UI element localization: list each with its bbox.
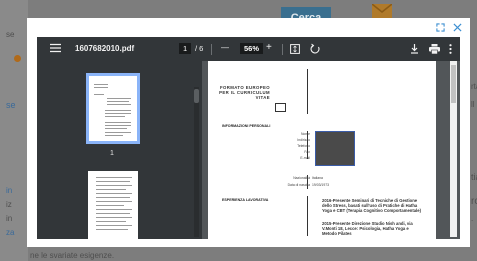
doc-field-value: Italiana (312, 176, 323, 180)
doc-header-line: VITAE (255, 95, 270, 100)
rotate-icon[interactable] (310, 43, 321, 54)
doc-field-label: Fax (250, 150, 310, 154)
thumbnail-page-2[interactable] (88, 171, 138, 239)
menu-icon[interactable] (50, 43, 61, 53)
background-left-strip (0, 0, 28, 261)
doc-section-title: ESPERIENZA LAVORATIVA (222, 198, 269, 202)
background-text: iz (6, 200, 12, 209)
background-text: za (6, 228, 15, 237)
zoom-input[interactable]: 56% (240, 43, 264, 54)
print-icon[interactable] (429, 44, 440, 54)
doc-field-label: Telefono (297, 144, 310, 148)
background-text: se (6, 30, 15, 39)
fit-page-icon[interactable] (290, 44, 300, 54)
main-scrollbar-thumb[interactable] (451, 65, 456, 103)
toolbar-divider (282, 44, 283, 55)
doc-experience-entry: 2015-Presente Direzione Studio Nish andi… (322, 221, 413, 237)
doc-rule (307, 131, 308, 159)
eu-logo (275, 103, 286, 112)
doc-field-value: 19/03/1973 (312, 183, 329, 187)
background-text: tia (471, 172, 477, 182)
sidebar-scrollbar-thumb[interactable] (194, 89, 199, 103)
doc-field-label: Indirizzo (297, 138, 310, 142)
mail-icon (372, 4, 392, 18)
zoom-out-button[interactable]: — (221, 43, 229, 52)
page-total: / 6 (195, 44, 204, 53)
doc-section-title: INFORMAZIONI PERSONALI (222, 124, 271, 128)
background-text: ne le svariate esigenze. (30, 251, 115, 260)
doc-field-label: Nazionalità (293, 176, 310, 180)
doc-field-label: E-mail (300, 156, 310, 160)
pdf-filename: 1607682010.pdf (75, 44, 135, 53)
doc-field-label: Nome (300, 132, 310, 136)
expand-icon[interactable] (436, 23, 445, 35)
close-icon[interactable] (453, 23, 462, 35)
background-bullet (14, 55, 21, 62)
pdf-toolbar: 1607682010.pdf 1 / 6 — 56% + (37, 37, 460, 61)
doc-field-label: Data di nascita (287, 183, 310, 187)
photo-placeholder (315, 131, 355, 166)
doc-rule (307, 69, 308, 114)
sidebar-scrollbar[interactable] (194, 87, 199, 237)
thumbnail-page-1[interactable] (86, 73, 140, 144)
background-text: se (6, 100, 16, 110)
doc-rule (307, 196, 308, 236)
pdf-modal: 1607682010.pdf 1 / 6 — 56% + 1 FORMATO E… (27, 18, 470, 247)
toolbar-divider (211, 44, 212, 55)
doc-experience-entry: 2016-Presente Seminari di Tecniche di Ge… (322, 198, 421, 214)
more-vert-icon[interactable] (449, 44, 452, 54)
background-text: in (6, 186, 13, 195)
zoom-in-button[interactable]: + (266, 42, 272, 53)
page-number-input[interactable]: 1 (179, 43, 192, 54)
thumbnail-label: 1 (110, 150, 114, 157)
background-text: rta (471, 82, 477, 91)
download-icon[interactable] (410, 44, 419, 54)
thumbnail-sidebar: 1 (37, 61, 202, 239)
background-text: in (6, 214, 13, 223)
background-text: . (471, 214, 474, 223)
background-text: rc (471, 196, 477, 207)
background-text: ll (471, 100, 475, 109)
